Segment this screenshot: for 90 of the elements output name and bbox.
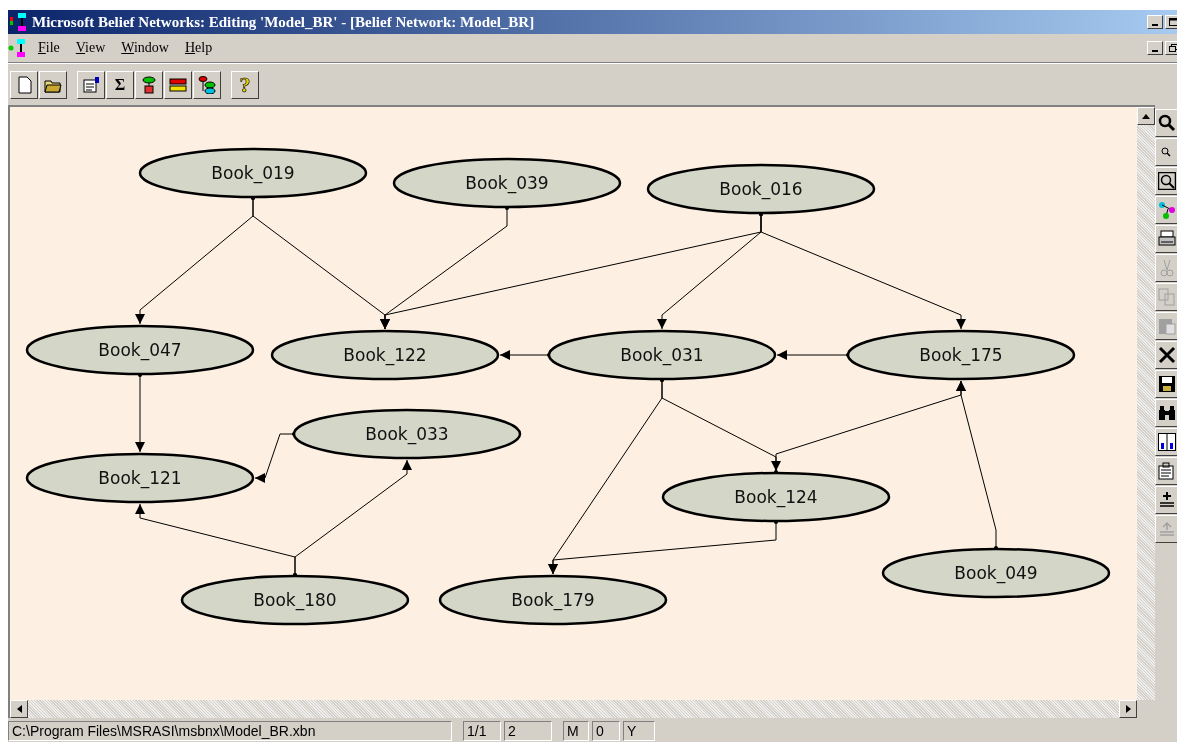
scroll-up-button[interactable] xyxy=(1137,107,1155,125)
app-icon xyxy=(10,13,28,31)
connector-arrow xyxy=(499,350,551,360)
window-title: Microsoft Belief Networks: Editing 'Model_BR' - [Belief Network: Model_BR] xyxy=(32,13,536,31)
delete-icon xyxy=(1158,346,1176,364)
node[interactable] xyxy=(438,574,668,626)
horizontal-scrollbar[interactable] xyxy=(10,700,1137,718)
scroll-right-button[interactable] xyxy=(1119,700,1137,718)
vertical-scrollbar[interactable] xyxy=(1137,105,1155,700)
status-pane: M xyxy=(563,721,589,741)
magnifier-icon xyxy=(1158,114,1176,132)
node-label: Book_122 xyxy=(343,345,427,365)
new-document-icon xyxy=(15,75,33,94)
properties-icon xyxy=(1158,462,1176,480)
node-label: Book_180 xyxy=(253,590,337,610)
scissors-icon xyxy=(1158,259,1176,277)
tree-icon xyxy=(198,75,216,94)
maximize-icon xyxy=(1168,18,1177,26)
node[interactable] xyxy=(292,408,522,460)
node-label: Book_124 xyxy=(734,487,818,507)
toolbar-button[interactable] xyxy=(1155,109,1177,137)
node[interactable] xyxy=(846,329,1076,381)
node[interactable] xyxy=(881,547,1111,599)
menu-item[interactable]: Help xyxy=(178,38,219,58)
node-label: Book_019 xyxy=(211,163,295,183)
node-button[interactable] xyxy=(135,70,163,99)
menu-item[interactable]: File xyxy=(32,38,66,58)
node[interactable] xyxy=(661,471,891,523)
clipboard-icon xyxy=(1158,317,1176,335)
toolbar-button[interactable] xyxy=(1155,399,1177,427)
page-layout-icon xyxy=(1158,433,1176,451)
node-label: Book_016 xyxy=(719,179,803,199)
toolbar-button[interactable] xyxy=(1155,370,1177,398)
properties-button[interactable] xyxy=(77,70,105,99)
up-arrow-icon xyxy=(1142,113,1150,119)
node-label: Book_039 xyxy=(465,173,549,193)
binoculars-icon xyxy=(1158,404,1176,422)
node[interactable] xyxy=(180,574,410,626)
node[interactable] xyxy=(547,329,777,381)
toolbar-button[interactable] xyxy=(1155,486,1177,514)
node[interactable] xyxy=(392,157,622,209)
status-pane: 0 xyxy=(592,721,620,741)
bars-button[interactable] xyxy=(164,70,192,99)
app-icon xyxy=(8,38,28,58)
move-up-icon xyxy=(1158,520,1176,538)
node[interactable] xyxy=(138,147,368,199)
minimize-button[interactable] xyxy=(1147,15,1163,29)
scroll-left-button[interactable] xyxy=(10,700,28,718)
toolbar-button[interactable] xyxy=(1155,167,1177,195)
new-button[interactable] xyxy=(10,70,38,99)
node[interactable] xyxy=(25,452,255,504)
toolbar-button[interactable] xyxy=(1155,428,1177,456)
file-path: C:\Program Files\MSRASI\msbnx\Model_BR.xbn xyxy=(8,721,452,741)
copy-icon xyxy=(1158,288,1176,306)
restore-button[interactable] xyxy=(1165,41,1177,55)
open-button[interactable] xyxy=(39,70,67,99)
node-label: Book_031 xyxy=(620,345,704,365)
node-label: Book_049 xyxy=(954,563,1038,583)
minimize-button[interactable] xyxy=(1147,41,1163,55)
maximize-button[interactable] xyxy=(1165,15,1177,29)
right-arrow-icon xyxy=(1125,705,1131,713)
node-label: Book_047 xyxy=(98,340,182,360)
menu-item[interactable]: Window xyxy=(115,38,175,58)
node[interactable] xyxy=(25,324,255,376)
toolbar-button[interactable] xyxy=(1155,225,1177,253)
node-label: Book_179 xyxy=(511,590,595,610)
node-label: Book_121 xyxy=(98,468,182,488)
node[interactable] xyxy=(646,163,876,215)
bars-icon xyxy=(169,75,187,94)
toolbar-button[interactable] xyxy=(1155,457,1177,485)
toolbar-button[interactable] xyxy=(1155,138,1177,166)
printer-icon xyxy=(1158,230,1176,248)
toolbar-button[interactable] xyxy=(1155,196,1177,224)
node-label: Book_175 xyxy=(919,345,1003,365)
tree-button[interactable] xyxy=(193,70,221,99)
status-pane: Y xyxy=(623,721,655,741)
node[interactable] xyxy=(270,329,500,381)
status-pane: 2 xyxy=(504,721,552,741)
move-down-icon xyxy=(1158,491,1176,509)
left-arrow-icon xyxy=(16,705,22,713)
network-icon xyxy=(1158,201,1176,219)
restore-icon xyxy=(1168,44,1177,52)
menu-item[interactable]: View xyxy=(69,38,112,58)
node-icon xyxy=(140,75,158,94)
properties-icon xyxy=(82,75,100,94)
sum-button[interactable]: Σ xyxy=(106,70,134,99)
status-pane: 1/1 xyxy=(463,721,501,741)
toolbar-button[interactable] xyxy=(1155,341,1177,369)
magnifier-icon xyxy=(1158,172,1176,190)
node-label: Book_033 xyxy=(365,424,449,444)
